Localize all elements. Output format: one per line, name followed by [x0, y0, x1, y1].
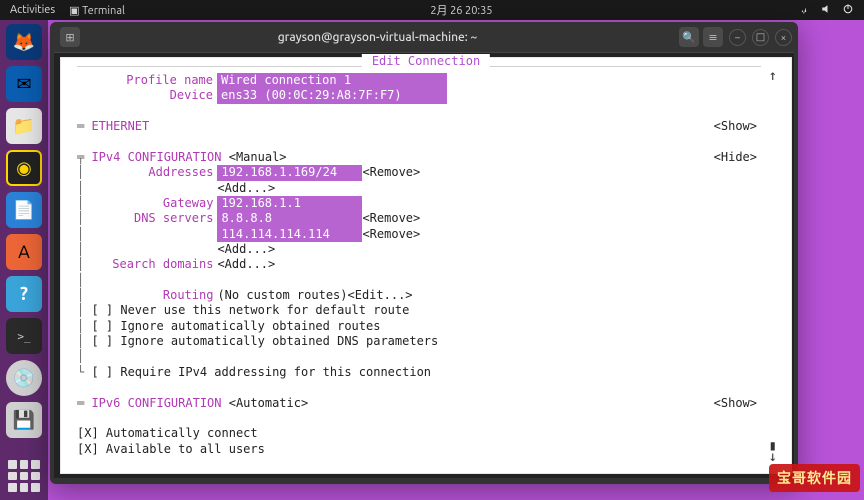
- address-remove-0[interactable]: <Remove>: [362, 165, 420, 180]
- checkbox-ignore-routes[interactable]: [ ]: [91, 319, 120, 334]
- ipv4-hide-button[interactable]: <Hide>: [714, 150, 757, 165]
- ethernet-section: ETHERNET: [91, 119, 149, 134]
- help-icon[interactable]: ?: [6, 276, 42, 312]
- thunderbird-icon[interactable]: ✉: [6, 66, 42, 102]
- terminal-window: ⊞ grayson@grayson-virtual-machine: ~ 🔍 ≡…: [50, 22, 798, 484]
- routing-edit[interactable]: <Edit...>: [348, 288, 413, 303]
- menu-button[interactable]: ≡: [703, 27, 723, 47]
- ubuntu-software-icon[interactable]: A: [6, 234, 42, 270]
- ipv6-section: IPv6 CONFIGURATION: [91, 396, 221, 411]
- window-title: grayson@grayson-virtual-machine: ~: [80, 31, 675, 44]
- gateway-input[interactable]: 192.168.1.1: [217, 196, 362, 211]
- network-icon[interactable]: [798, 3, 810, 18]
- volume-icon[interactable]: [820, 3, 832, 18]
- search-button[interactable]: 🔍: [679, 27, 699, 47]
- dns-input-1[interactable]: 114.114.114.114: [217, 227, 362, 242]
- activities-button[interactable]: Activities: [10, 4, 55, 17]
- save-icon[interactable]: 💾: [6, 402, 42, 438]
- checkbox-default-route[interactable]: [ ]: [91, 303, 120, 318]
- ipv6-mode-select[interactable]: <Automatic>: [229, 396, 308, 411]
- checkbox-all-users[interactable]: [X]: [77, 442, 106, 457]
- libreoffice-writer-icon[interactable]: 📄: [6, 192, 42, 228]
- dialog-title: Edit Connection: [362, 54, 490, 69]
- new-tab-button[interactable]: ⊞: [60, 27, 80, 47]
- clock[interactable]: 2月 26 20:35: [125, 2, 798, 18]
- terminal-body[interactable]: ↑ Edit Connection Profile name Wired con…: [54, 52, 794, 478]
- files-icon[interactable]: 📁: [6, 108, 42, 144]
- search-domain-add[interactable]: <Add...>: [217, 257, 275, 272]
- ipv4-mode-select[interactable]: <Manual>: [229, 150, 287, 165]
- checkbox-auto-connect[interactable]: [X]: [77, 426, 106, 441]
- checkbox-ignore-dns[interactable]: [ ]: [91, 334, 120, 349]
- scroll-down-arrow[interactable]: ▮↓: [769, 441, 777, 463]
- routing-value: (No custom routes): [217, 288, 347, 303]
- ethernet-show-button[interactable]: <Show>: [714, 119, 757, 134]
- show-applications-icon[interactable]: [8, 460, 40, 492]
- dns-add[interactable]: <Add...>: [217, 242, 275, 257]
- watermark: 宝哥软件园: [769, 464, 860, 492]
- power-icon[interactable]: [842, 3, 854, 18]
- active-app[interactable]: ▣ Terminal: [69, 4, 125, 17]
- gateway-label: Gateway: [91, 196, 217, 211]
- ipv6-show-button[interactable]: <Show>: [714, 396, 757, 411]
- dock: 🦊 ✉ 📁 ◉ 📄 A ? 💿 💾: [0, 20, 48, 500]
- scroll-up-arrow[interactable]: ↑: [769, 68, 777, 86]
- rhythmbox-icon[interactable]: ◉: [6, 150, 42, 186]
- address-input-0[interactable]: 192.168.1.169/24: [217, 165, 362, 180]
- dns-remove-1[interactable]: <Remove>: [362, 227, 420, 242]
- dns-label: DNS servers: [91, 211, 217, 226]
- device-input[interactable]: ens33 (00:0C:29:A8:7F:F7): [217, 88, 447, 103]
- terminal-launcher-icon[interactable]: [6, 318, 42, 354]
- search-domains-label: Search domains: [91, 257, 217, 272]
- checkbox-require-ipv4[interactable]: [ ]: [91, 365, 120, 380]
- firefox-icon[interactable]: 🦊: [6, 24, 42, 60]
- maximize-button[interactable]: □: [752, 29, 769, 46]
- dns-input-0[interactable]: 8.8.8.8: [217, 211, 362, 226]
- nmtui-edit-connection: ↑ Edit Connection Profile name Wired con…: [60, 57, 792, 474]
- device-label: Device: [77, 88, 217, 103]
- disk-icon[interactable]: 💿: [6, 360, 42, 396]
- profile-name-label: Profile name: [77, 73, 217, 88]
- minimize-button[interactable]: –: [729, 29, 746, 46]
- addresses-label: Addresses: [91, 165, 217, 180]
- terminal-icon: ▣: [69, 5, 79, 17]
- dns-remove-0[interactable]: <Remove>: [362, 211, 420, 226]
- profile-name-input[interactable]: Wired connection 1: [217, 73, 447, 88]
- address-add[interactable]: <Add...>: [217, 181, 275, 196]
- routing-label: Routing: [91, 288, 217, 303]
- ipv4-section: IPv4 CONFIGURATION: [91, 150, 221, 165]
- close-button[interactable]: ×: [775, 29, 792, 46]
